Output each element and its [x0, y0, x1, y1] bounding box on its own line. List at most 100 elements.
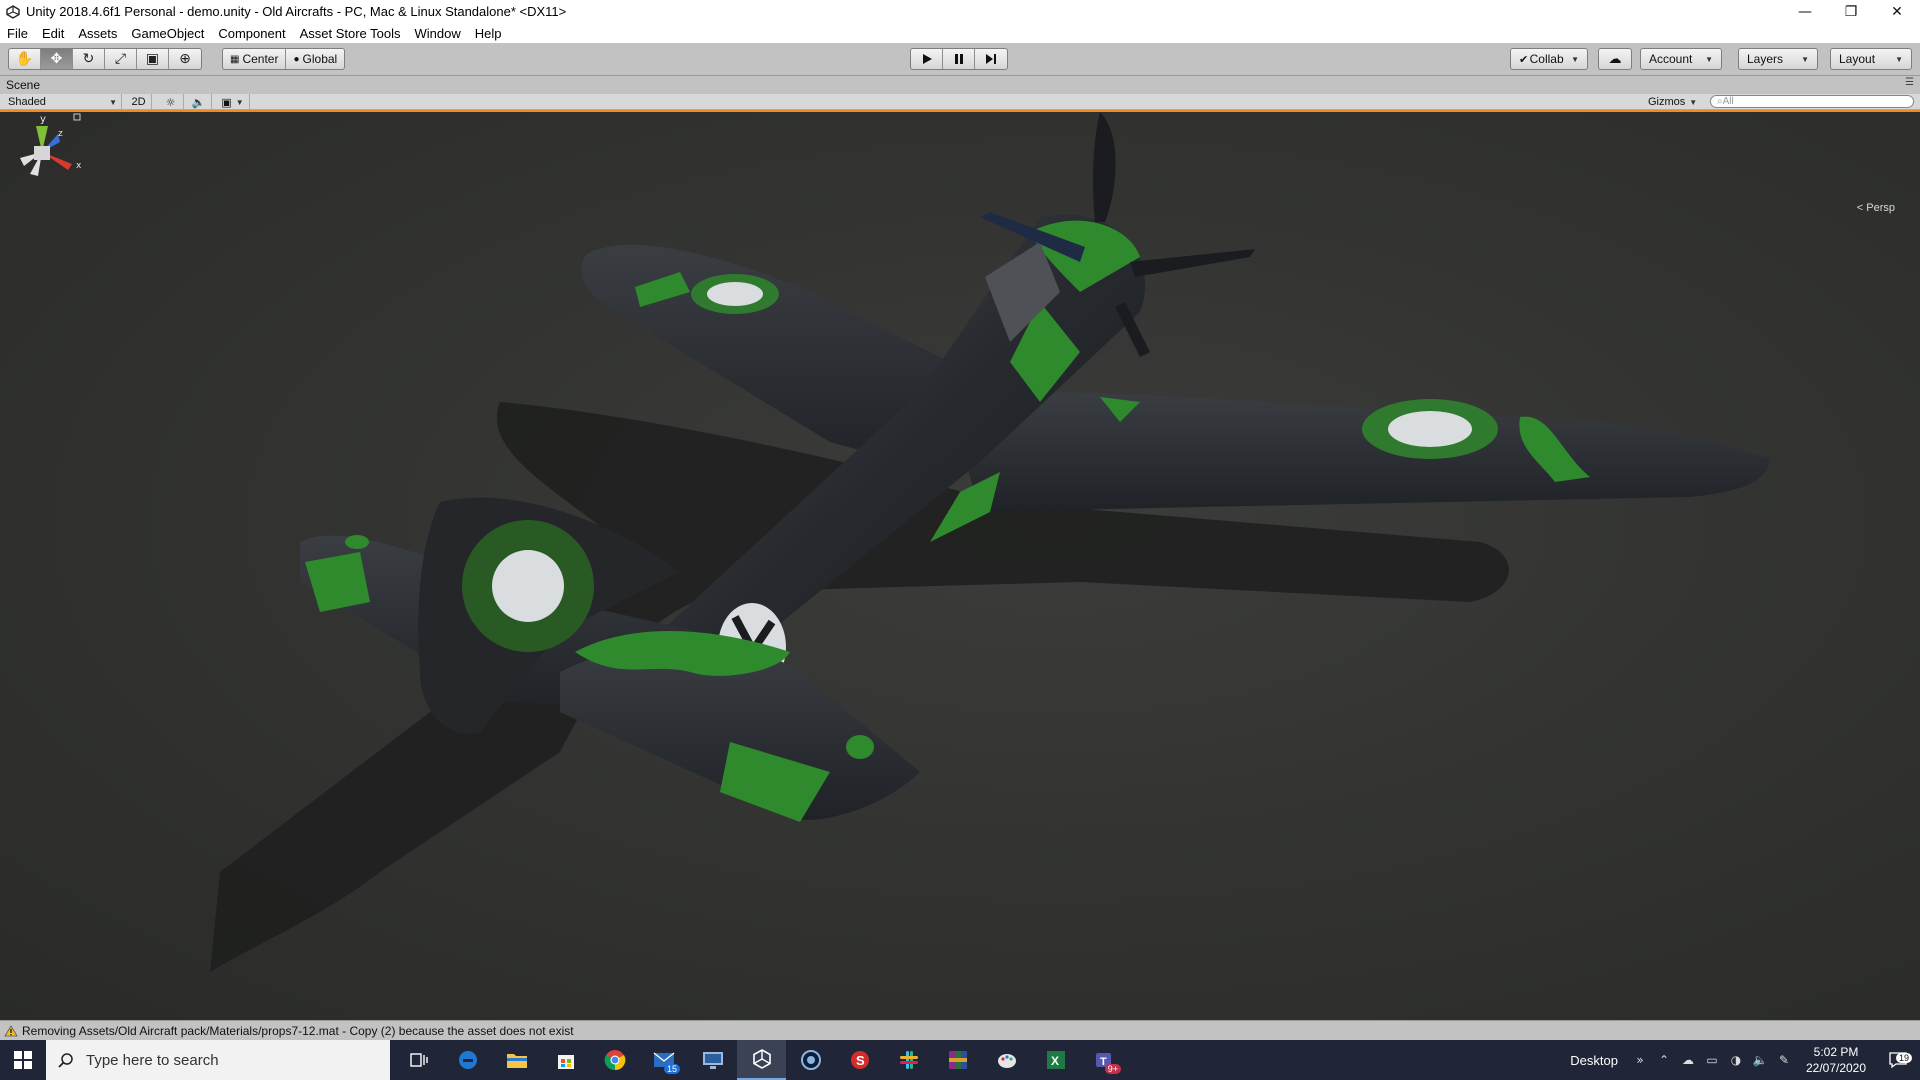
taskbar-winrar[interactable] — [933, 1040, 982, 1080]
globe-icon: ● — [293, 53, 300, 65]
slack-icon — [899, 1051, 918, 1069]
taskbar-file-explorer[interactable] — [492, 1040, 541, 1080]
gizmo-z-label: z — [58, 129, 63, 139]
shading-mode-dropdown[interactable]: Shaded ▼ — [0, 94, 122, 110]
pivot-rotation-button[interactable]: ● Global — [286, 49, 344, 69]
pivot-mode-label: Center — [242, 52, 279, 66]
title-bar: Unity 2018.4.6f1 Personal - demo.unity -… — [0, 0, 1920, 23]
gizmos-dropdown[interactable]: Gizmos ▼ — [1648, 94, 1697, 110]
gizmo-x-label: x — [76, 161, 82, 171]
tab-menu-icon[interactable]: ☰ — [1905, 77, 1914, 88]
search-icon — [58, 1053, 73, 1068]
excel-icon: X — [1046, 1051, 1065, 1069]
menu-asset-store-tools[interactable]: Asset Store Tools — [293, 26, 408, 41]
system-clock[interactable]: 5:02 PM 22/07/2020 — [1796, 1044, 1876, 1076]
taskbar-edge[interactable] — [443, 1040, 492, 1080]
scale-tool-button[interactable]: ⤢ — [105, 49, 137, 69]
notification-count: 19 — [1895, 1053, 1912, 1063]
menu-edit[interactable]: Edit — [35, 26, 71, 41]
taskbar-chrome[interactable] — [590, 1040, 639, 1080]
taskbar-cortana-app[interactable] — [786, 1040, 835, 1080]
start-button[interactable] — [0, 1040, 46, 1080]
collab-dropdown[interactable]: ✔ Collab ▼ — [1510, 48, 1588, 70]
chevron-double-right-icon[interactable]: » — [1628, 1040, 1652, 1080]
lighting-toggle-button[interactable]: ☼ — [158, 94, 184, 110]
minimize-button[interactable]: — — [1782, 0, 1828, 23]
svg-text:S: S — [856, 1053, 865, 1068]
menu-help[interactable]: Help — [468, 26, 509, 41]
notification-center-button[interactable]: 19 — [1876, 1051, 1920, 1069]
taskbar-remote-desktop[interactable] — [688, 1040, 737, 1080]
play-button[interactable] — [911, 49, 943, 69]
account-dropdown[interactable]: Account ▼ — [1640, 48, 1722, 70]
speaker-icon: 🔈 — [191, 95, 206, 109]
chevron-down-icon: ▼ — [1895, 54, 1903, 64]
check-icon: ✔ — [1519, 52, 1529, 66]
chevron-down-icon: ▼ — [1571, 54, 1579, 64]
2d-toggle-button[interactable]: 2D — [126, 94, 152, 110]
menu-assets[interactable]: Assets — [71, 26, 124, 41]
mail-badge: 15 — [663, 1064, 680, 1074]
menu-file[interactable]: File — [0, 26, 35, 41]
taskbar-search-box[interactable]: Type here to search — [46, 1040, 390, 1080]
desktop-toolbar-label[interactable]: Desktop — [1570, 1053, 1618, 1068]
taskbar-mail[interactable]: 15 — [639, 1040, 688, 1080]
onedrive-icon[interactable]: ☁ — [1676, 1040, 1700, 1080]
menu-window[interactable]: Window — [408, 26, 468, 41]
shading-mode-label: Shaded — [8, 96, 46, 108]
taskbar-excel[interactable]: X — [1031, 1040, 1080, 1080]
taskbar-teams[interactable]: T 9+ — [1080, 1040, 1129, 1080]
scene-tab-label: Scene — [6, 78, 41, 92]
account-label: Account — [1649, 52, 1693, 66]
battery-icon[interactable]: ▭ — [1700, 1040, 1724, 1080]
effects-dropdown[interactable]: ▣ ▼ — [216, 94, 250, 110]
scene-tab[interactable]: Scene ☰ — [0, 76, 1920, 94]
wifi-icon[interactable]: ◑ — [1724, 1040, 1748, 1080]
taskbar-slack[interactable] — [884, 1040, 933, 1080]
console-status-bar[interactable]: Removing Assets/Old Aircraft pack/Materi… — [0, 1020, 1920, 1040]
taskbar-s-app[interactable]: S — [835, 1040, 884, 1080]
playback-controls — [910, 48, 1008, 70]
layers-label: Layers — [1747, 52, 1784, 66]
taskbar-store[interactable] — [541, 1040, 590, 1080]
chevron-down-icon: ▼ — [1705, 54, 1713, 64]
close-button[interactable]: ✕ — [1874, 0, 1920, 23]
cloud-icon: ☁ — [1608, 51, 1622, 67]
step-button[interactable] — [975, 49, 1007, 69]
chevron-up-icon[interactable]: ⌃ — [1652, 1040, 1676, 1080]
chevron-down-icon: ▼ — [1801, 54, 1809, 64]
taskbar-paint[interactable] — [982, 1040, 1031, 1080]
clock-date: 22/07/2020 — [1805, 1061, 1867, 1075]
transform-tool-button[interactable]: ⊕ — [169, 49, 201, 69]
move-tool-button[interactable]: ✥ — [41, 49, 73, 69]
scene-viewport[interactable]: y z x < Persp — [0, 112, 1920, 1020]
chevron-down-icon: ▼ — [235, 97, 244, 107]
hand-tool-button[interactable]: ✋ — [9, 49, 41, 69]
volume-icon[interactable]: 🔈 — [1748, 1040, 1772, 1080]
projection-toggle[interactable]: < Persp — [1857, 202, 1895, 214]
taskbar-unity[interactable] — [737, 1040, 786, 1080]
restore-button[interactable]: ❐ — [1828, 0, 1874, 23]
scene-control-bar: Shaded ▼ 2D ☼ 🔈 ▣ ▼ Gizmos ▼ ⌕All — [0, 94, 1920, 110]
pen-icon[interactable]: ✎ — [1772, 1040, 1796, 1080]
layers-dropdown[interactable]: Layers ▼ — [1738, 48, 1818, 70]
audio-toggle-button[interactable]: 🔈 — [186, 94, 212, 110]
remote-desktop-icon — [702, 1052, 723, 1069]
task-view-button[interactable] — [394, 1040, 443, 1080]
pause-button[interactable] — [943, 49, 975, 69]
menu-bar: File Edit Assets GameObject Component As… — [0, 23, 1920, 43]
right-wing — [960, 392, 1770, 512]
menu-gameobject[interactable]: GameObject — [124, 26, 211, 41]
system-tray: Desktop » ⌃ ☁ ▭ ◑ 🔈 ✎ 5:02 PM 22/07/2020… — [1570, 1040, 1920, 1080]
pivot-mode-button[interactable]: ▦ Center — [223, 49, 287, 69]
window-title: Unity 2018.4.6f1 Personal - demo.unity -… — [26, 4, 567, 19]
scene-search-input[interactable]: ⌕All — [1710, 95, 1914, 108]
play-icon — [922, 54, 932, 64]
cloud-button[interactable]: ☁ — [1598, 48, 1632, 70]
rotate-tool-button[interactable]: ↻ — [73, 49, 105, 69]
scene-orientation-gizmo[interactable]: y z x — [0, 112, 84, 212]
rect-tool-button[interactable]: ▣ — [137, 49, 169, 69]
menu-component[interactable]: Component — [211, 26, 292, 41]
unity-logo-icon — [4, 3, 22, 21]
layout-dropdown[interactable]: Layout ▼ — [1830, 48, 1912, 70]
